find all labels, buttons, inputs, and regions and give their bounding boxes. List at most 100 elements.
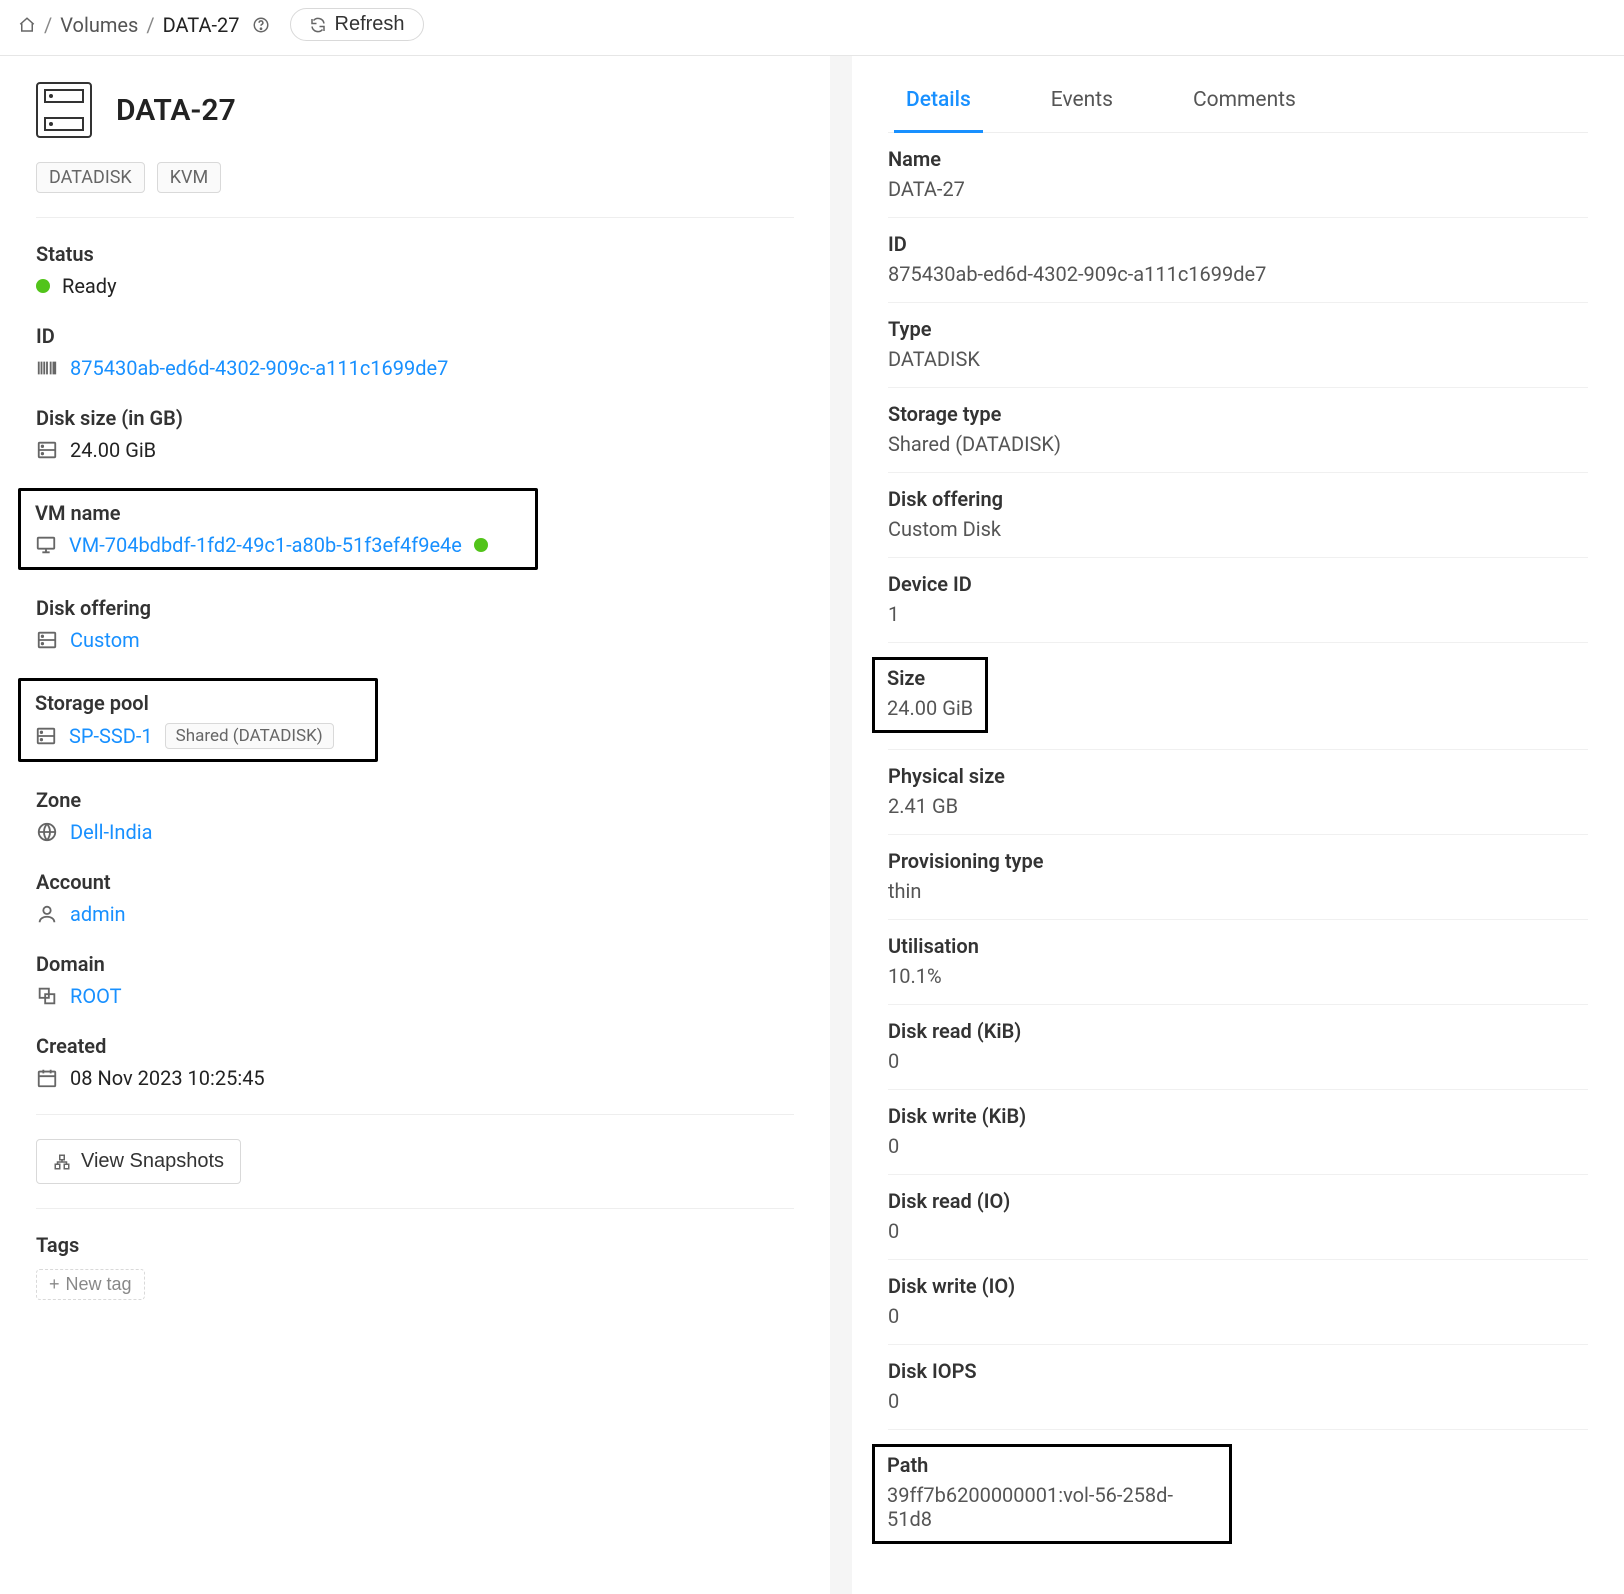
detail-util-value: 10.1%: [888, 964, 1588, 988]
divider: [36, 1208, 794, 1209]
account-value[interactable]: admin: [70, 902, 126, 926]
account-label: Account: [36, 870, 794, 894]
detail-diskwriteio-label: Disk write (IO): [888, 1274, 1588, 1298]
left-panel: DATA-27 DATADISK KVM Status Ready ID 875…: [0, 56, 830, 1594]
detail-provtype-label: Provisioning type: [888, 849, 1588, 873]
view-snapshots-label: View Snapshots: [81, 1150, 224, 1173]
detail-name-value: DATA-27: [888, 177, 1588, 201]
detail-diskoffer-value: Custom Disk: [888, 517, 1588, 541]
storagepool-box: Storage pool SP-SSD-1 Shared (DATADISK): [18, 678, 378, 762]
detail-id-value: 875430ab-ed6d-4302-909c-a111c1699de7: [888, 262, 1588, 286]
detail-diskreadkib-label: Disk read (KiB): [888, 1019, 1588, 1043]
detail-physicalsize-value: 2.41 GB: [888, 794, 1588, 818]
detail-diskreadkib-value: 0: [888, 1049, 1588, 1073]
breadcrumb: / Volumes / DATA-27: [18, 13, 270, 37]
status-dot-icon: [36, 279, 50, 293]
detail-deviceid-label: Device ID: [888, 572, 1588, 596]
monitor-icon: [35, 534, 57, 556]
disksize-value: 24.00 GiB: [70, 438, 156, 462]
refresh-label: Refresh: [335, 13, 405, 36]
vmname-label: VM name: [35, 501, 521, 525]
hdd-icon: [35, 725, 57, 747]
panel-gap: [830, 56, 852, 1594]
tag-kvm: KVM: [157, 162, 221, 193]
home-icon[interactable]: [18, 16, 36, 34]
detail-type-label: Type: [888, 317, 1588, 341]
diskoffer-value[interactable]: Custom: [70, 628, 140, 652]
detail-diskiops-value: 0: [888, 1389, 1588, 1413]
block-icon: [36, 985, 58, 1007]
detail-path-box: Path 39ff7b6200000001:vol-56-258d-51d8: [872, 1444, 1232, 1544]
detail-diskwritekib-value: 0: [888, 1134, 1588, 1158]
tab-details[interactable]: Details: [898, 70, 979, 132]
volume-icon: [36, 82, 92, 138]
vmname-value[interactable]: VM-704bdbdf-1fd2-49c1-a80b-51f3ef4f9e4e: [69, 533, 462, 557]
detail-diskwritekib-label: Disk write (KiB): [888, 1104, 1588, 1128]
created-label: Created: [36, 1034, 794, 1058]
detail-physicalsize-label: Physical size: [888, 764, 1588, 788]
detail-diskiops-label: Disk IOPS: [888, 1359, 1588, 1383]
new-tag-label: New tag: [66, 1274, 132, 1295]
detail-name-label: Name: [888, 147, 1588, 171]
new-tag-button[interactable]: + New tag: [36, 1269, 145, 1300]
detail-size-label: Size: [887, 666, 973, 690]
zone-label: Zone: [36, 788, 794, 812]
detail-storagetype-value: Shared (DATADISK): [888, 432, 1588, 456]
calendar-icon: [36, 1067, 58, 1089]
domain-value[interactable]: ROOT: [70, 984, 122, 1008]
breadcrumb-current: DATA-27: [163, 13, 240, 37]
detail-size-box: Size 24.00 GiB: [872, 657, 988, 733]
detail-type-value: DATADISK: [888, 347, 1588, 371]
detail-id-label: ID: [888, 232, 1588, 256]
domain-label: Domain: [36, 952, 794, 976]
tag-datadisk: DATADISK: [36, 162, 145, 193]
zone-value[interactable]: Dell-India: [70, 820, 153, 844]
tags-heading: Tags: [36, 1233, 794, 1257]
breadcrumb-sep: /: [146, 13, 154, 37]
page-title: DATA-27: [116, 93, 236, 128]
tab-comments[interactable]: Comments: [1185, 70, 1304, 132]
hdd-icon: [36, 439, 58, 461]
detail-size-value: 24.00 GiB: [887, 696, 973, 720]
breadcrumb-sep: /: [44, 13, 52, 37]
storagepool-label: Storage pool: [35, 691, 361, 715]
status-value: Ready: [62, 274, 117, 298]
detail-diskreadio-value: 0: [888, 1219, 1588, 1243]
detail-diskreadio-label: Disk read (IO): [888, 1189, 1588, 1213]
vm-status-dot-icon: [474, 538, 488, 552]
hdd-icon: [36, 629, 58, 651]
divider: [36, 1114, 794, 1115]
divider: [36, 217, 794, 218]
tabs: Details Events Comments: [888, 70, 1588, 133]
storagepool-value[interactable]: SP-SSD-1: [69, 724, 153, 748]
detail-storagetype-label: Storage type: [888, 402, 1588, 426]
created-value: 08 Nov 2023 10:25:45: [70, 1066, 265, 1090]
tab-events[interactable]: Events: [1043, 70, 1121, 132]
breadcrumb-volumes[interactable]: Volumes: [60, 13, 138, 37]
detail-path-label: Path: [887, 1453, 1217, 1477]
id-value[interactable]: 875430ab-ed6d-4302-909c-a111c1699de7: [70, 356, 448, 380]
storagepool-tag: Shared (DATADISK): [165, 723, 334, 749]
detail-provtype-value: thin: [888, 879, 1588, 903]
user-icon: [36, 903, 58, 925]
disksize-label: Disk size (in GB): [36, 406, 794, 430]
status-label: Status: [36, 242, 794, 266]
topbar: / Volumes / DATA-27 Refresh: [0, 0, 1624, 56]
detail-diskoffer-label: Disk offering: [888, 487, 1588, 511]
globe-icon: [36, 821, 58, 843]
apartment-icon: [53, 1153, 71, 1171]
refresh-button[interactable]: Refresh: [290, 8, 424, 41]
view-snapshots-button[interactable]: View Snapshots: [36, 1139, 241, 1184]
detail-diskwriteio-value: 0: [888, 1304, 1588, 1328]
right-panel: Details Events Comments Name DATA-27 ID …: [852, 56, 1624, 1594]
refresh-icon: [309, 16, 327, 34]
help-icon[interactable]: [252, 16, 270, 34]
detail-util-label: Utilisation: [888, 934, 1588, 958]
vmname-box: VM name VM-704bdbdf-1fd2-49c1-a80b-51f3e…: [18, 488, 538, 570]
plus-icon: +: [49, 1274, 60, 1295]
detail-path-value: 39ff7b6200000001:vol-56-258d-51d8: [887, 1483, 1217, 1531]
barcode-icon: [36, 357, 58, 379]
id-label: ID: [36, 324, 794, 348]
detail-deviceid-value: 1: [888, 602, 1588, 626]
diskoffer-label: Disk offering: [36, 596, 794, 620]
